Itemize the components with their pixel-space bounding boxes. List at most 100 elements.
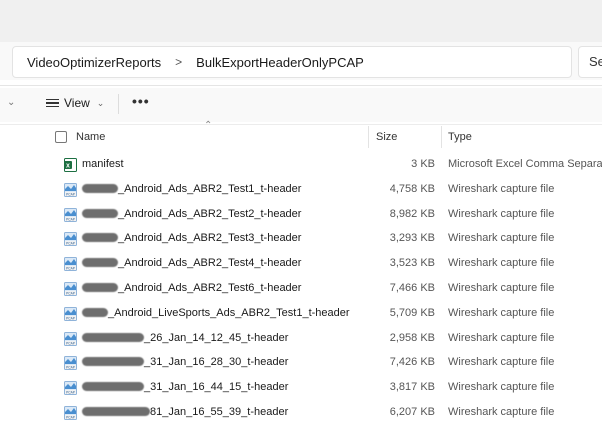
file-name[interactable]: 81_Jan_16_55_39_t-header [82, 406, 288, 418]
wireshark-file-icon: PCAP [64, 232, 77, 247]
file-row[interactable]: PCAP _Android_Ads_ABR2_Test2_t-header 8,98… [0, 203, 602, 228]
file-row[interactable]: x manifest 3 KB Microsoft Excel Comma Separ… [0, 153, 602, 178]
column-header-row: ⌃ Name Size Type [0, 120, 602, 148]
file-size: 8,982 KB [389, 207, 435, 220]
svg-text:PCAP: PCAP [66, 267, 75, 271]
toolbar: ⌄ View ⌄ ••• [0, 88, 602, 122]
wireshark-file-icon: PCAP [64, 207, 77, 222]
file-name[interactable]: _31_Jan_16_28_30_t-header [82, 356, 288, 368]
file-name[interactable]: _31_Jan_16_44_15_t-header [82, 381, 288, 393]
select-all-checkbox[interactable] [55, 131, 67, 143]
file-type: Wireshark capture file [448, 232, 555, 245]
wireshark-file-icon: PCAP [64, 182, 77, 197]
file-name-text: _Android_Ads_ABR2_Test6_t-header [118, 281, 302, 294]
file-size: 3,817 KB [389, 381, 435, 394]
breadcrumb-item-videooptimizerreports[interactable]: VideoOptimizerReports [27, 55, 161, 70]
search-input[interactable]: Se [578, 46, 602, 78]
file-size: 2,958 KB [389, 331, 435, 344]
redacted-text [82, 406, 150, 416]
redacted-text [82, 183, 118, 193]
file-name[interactable]: _Android_Ads_ABR2_Test6_t-header [82, 282, 301, 294]
column-header-type[interactable]: Type [448, 131, 472, 143]
file-type: Wireshark capture file [448, 381, 555, 394]
file-size: 6,207 KB [389, 405, 435, 418]
file-type: Wireshark capture file [448, 405, 555, 418]
file-type: Wireshark capture file [448, 331, 555, 344]
excel-file-icon: x [64, 158, 77, 172]
column-divider[interactable] [368, 126, 369, 148]
wireshark-file-icon: PCAP [64, 356, 77, 371]
file-size: 7,466 KB [389, 281, 435, 294]
redacted-text [82, 357, 144, 367]
svg-text:PCAP: PCAP [66, 217, 75, 221]
column-header-size[interactable]: Size [376, 131, 397, 143]
redacted-text [82, 258, 118, 268]
file-size: 3 KB [411, 158, 435, 170]
file-type: Wireshark capture file [448, 182, 555, 195]
redacted-text [82, 233, 118, 243]
svg-text:PCAP: PCAP [66, 391, 75, 395]
file-size: 4,758 KB [389, 182, 435, 195]
svg-text:PCAP: PCAP [66, 366, 75, 370]
wireshark-file-icon: PCAP [64, 306, 77, 321]
wireshark-file-icon: PCAP [64, 331, 77, 346]
file-name[interactable]: _Android_Ads_ABR2_Test4_t-header [82, 257, 301, 269]
divider [0, 85, 602, 86]
file-row[interactable]: PCAP _31_Jan_16_44_15_t-header 3,817 KB Wir… [0, 376, 602, 401]
sort-ascending-icon: ⌃ [204, 120, 213, 131]
file-type: Wireshark capture file [448, 281, 555, 294]
file-size: 3,293 KB [389, 232, 435, 245]
redacted-text [82, 282, 118, 292]
file-name-text: manifest [82, 158, 124, 170]
redacted-text [82, 332, 144, 342]
svg-text:PCAP: PCAP [66, 291, 75, 295]
view-lines-icon [46, 98, 59, 108]
file-size: 7,426 KB [389, 356, 435, 369]
file-row[interactable]: PCAP _Android_Ads_ABR2_Test6_t-header 7,46… [0, 277, 602, 302]
file-type: Microsoft Excel Comma Separa... [448, 158, 602, 170]
svg-text:x: x [66, 163, 70, 170]
file-name-text: 81_Jan_16_55_39_t-header [150, 405, 289, 418]
file-name[interactable]: _Android_LiveSports_Ads_ABR2_Test1_t-hea… [82, 307, 350, 319]
file-row[interactable]: PCAP _26_Jan_14_12_45_t-header 2,958 KB Wir… [0, 327, 602, 352]
redacted-text [82, 382, 144, 392]
title-bar [0, 0, 602, 42]
svg-text:PCAP: PCAP [66, 242, 75, 246]
file-row[interactable]: PCAP _Android_LiveSports_Ads_ABR2_Test1_t… [0, 302, 602, 327]
svg-text:PCAP: PCAP [66, 192, 75, 196]
breadcrumb[interactable]: VideoOptimizerReports > BulkExportHeader… [12, 46, 572, 78]
breadcrumb-item-bulkexportheaderonlypcap[interactable]: BulkExportHeaderOnlyPCAP [196, 55, 364, 70]
wireshark-file-icon: PCAP [64, 405, 77, 420]
wireshark-file-icon: PCAP [64, 281, 77, 296]
file-size: 3,523 KB [389, 257, 435, 270]
file-name[interactable]: _Android_Ads_ABR2_Test3_t-header [82, 232, 301, 244]
column-divider[interactable] [441, 126, 442, 148]
file-name[interactable]: _Android_Ads_ABR2_Test2_t-header [82, 208, 301, 220]
file-name[interactable]: _26_Jan_14_12_45_t-header [82, 332, 288, 344]
file-row[interactable]: PCAP _31_Jan_16_28_30_t-header 7,426 KB Wir… [0, 351, 602, 376]
divider [0, 124, 602, 125]
file-row[interactable]: PCAP 81_Jan_16_55_39_t-header 6,207 KB Wire… [0, 401, 602, 426]
chevron-down-icon: ⌄ [96, 97, 105, 108]
file-row[interactable]: PCAP _Android_Ads_ABR2_Test1_t-header 4,75… [0, 178, 602, 203]
file-name[interactable]: _Android_Ads_ABR2_Test1_t-header [82, 183, 301, 195]
file-row[interactable]: PCAP _Android_Ads_ABR2_Test4_t-header 3,52… [0, 252, 602, 277]
more-options-button[interactable]: ••• [132, 93, 150, 109]
breadcrumb-separator: > [175, 55, 183, 69]
column-header-name[interactable]: Name [76, 131, 105, 143]
file-name[interactable]: manifest [82, 158, 124, 170]
file-name-text: _Android_Ads_ABR2_Test4_t-header [118, 257, 302, 270]
svg-text:PCAP: PCAP [66, 341, 75, 345]
view-button[interactable]: View ⌄ [46, 96, 104, 110]
chevron-down-icon[interactable]: ⌄ [7, 97, 15, 108]
file-name-text: _31_Jan_16_28_30_t-header [144, 356, 289, 369]
file-row[interactable]: PCAP _Android_Ads_ABR2_Test3_t-header 3,29… [0, 227, 602, 252]
file-type: Wireshark capture file [448, 207, 555, 220]
file-type: Wireshark capture file [448, 356, 555, 369]
file-name-text: _Android_LiveSports_Ads_ABR2_Test1_t-hea… [108, 306, 350, 319]
toolbar-separator [118, 94, 119, 114]
file-name-text: _Android_Ads_ABR2_Test3_t-header [118, 232, 302, 245]
file-name-text: _Android_Ads_ABR2_Test1_t-header [118, 182, 302, 195]
file-type: Wireshark capture file [448, 257, 555, 270]
wireshark-file-icon: PCAP [64, 381, 77, 396]
